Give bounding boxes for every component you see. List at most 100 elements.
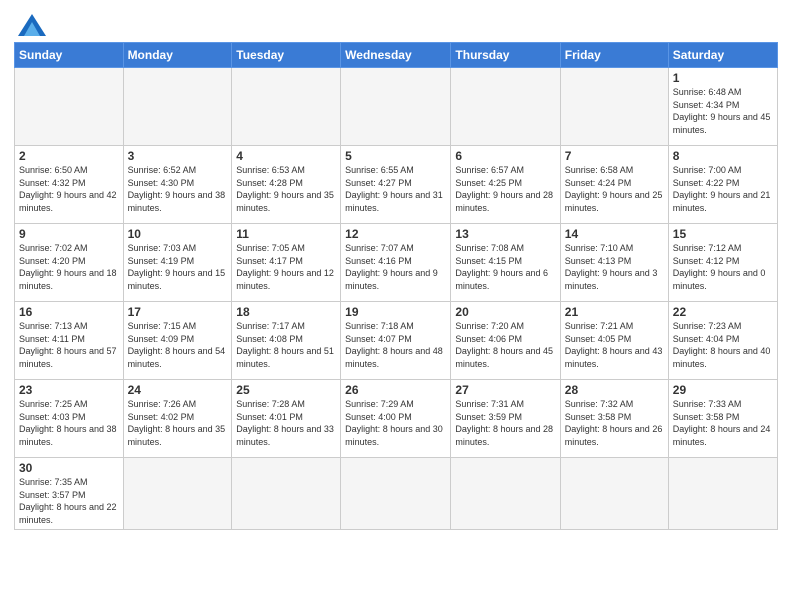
day-number: 14 [565, 227, 664, 241]
calendar-day-cell: 1Sunrise: 6:48 AM Sunset: 4:34 PM Daylig… [668, 68, 777, 146]
day-info: Sunrise: 7:05 AM Sunset: 4:17 PM Dayligh… [236, 242, 336, 292]
day-number: 30 [19, 461, 119, 475]
calendar-day-cell: 19Sunrise: 7:18 AM Sunset: 4:07 PM Dayli… [341, 302, 451, 380]
calendar-day-cell: 5Sunrise: 6:55 AM Sunset: 4:27 PM Daylig… [341, 146, 451, 224]
day-number: 13 [455, 227, 555, 241]
day-info: Sunrise: 7:18 AM Sunset: 4:07 PM Dayligh… [345, 320, 446, 370]
day-info: Sunrise: 7:12 AM Sunset: 4:12 PM Dayligh… [673, 242, 773, 292]
day-number: 10 [128, 227, 228, 241]
calendar-day-cell: 9Sunrise: 7:02 AM Sunset: 4:20 PM Daylig… [15, 224, 124, 302]
page-header [14, 10, 778, 36]
calendar-day-cell: 26Sunrise: 7:29 AM Sunset: 4:00 PM Dayli… [341, 380, 451, 458]
day-number: 12 [345, 227, 446, 241]
calendar-week-row: 16Sunrise: 7:13 AM Sunset: 4:11 PM Dayli… [15, 302, 778, 380]
day-info: Sunrise: 7:32 AM Sunset: 3:58 PM Dayligh… [565, 398, 664, 448]
day-number: 21 [565, 305, 664, 319]
day-info: Sunrise: 7:02 AM Sunset: 4:20 PM Dayligh… [19, 242, 119, 292]
day-number: 25 [236, 383, 336, 397]
day-info: Sunrise: 7:31 AM Sunset: 3:59 PM Dayligh… [455, 398, 555, 448]
calendar-day-cell: 20Sunrise: 7:20 AM Sunset: 4:06 PM Dayli… [451, 302, 560, 380]
day-info: Sunrise: 7:26 AM Sunset: 4:02 PM Dayligh… [128, 398, 228, 448]
calendar-day-cell: 28Sunrise: 7:32 AM Sunset: 3:58 PM Dayli… [560, 380, 668, 458]
day-info: Sunrise: 6:53 AM Sunset: 4:28 PM Dayligh… [236, 164, 336, 214]
calendar-day-cell [560, 458, 668, 530]
calendar-day-cell: 7Sunrise: 6:58 AM Sunset: 4:24 PM Daylig… [560, 146, 668, 224]
day-info: Sunrise: 7:35 AM Sunset: 3:57 PM Dayligh… [19, 476, 119, 526]
day-info: Sunrise: 7:10 AM Sunset: 4:13 PM Dayligh… [565, 242, 664, 292]
calendar-day-cell [232, 458, 341, 530]
calendar-day-cell: 22Sunrise: 7:23 AM Sunset: 4:04 PM Dayli… [668, 302, 777, 380]
day-info: Sunrise: 7:25 AM Sunset: 4:03 PM Dayligh… [19, 398, 119, 448]
calendar-day-cell [451, 458, 560, 530]
calendar-table: SundayMondayTuesdayWednesdayThursdayFrid… [14, 42, 778, 530]
calendar-day-cell: 4Sunrise: 6:53 AM Sunset: 4:28 PM Daylig… [232, 146, 341, 224]
day-info: Sunrise: 7:21 AM Sunset: 4:05 PM Dayligh… [565, 320, 664, 370]
calendar-day-cell: 29Sunrise: 7:33 AM Sunset: 3:58 PM Dayli… [668, 380, 777, 458]
calendar-day-cell: 23Sunrise: 7:25 AM Sunset: 4:03 PM Dayli… [15, 380, 124, 458]
weekday-header-thursday: Thursday [451, 43, 560, 68]
logo-area [14, 10, 46, 36]
calendar-day-cell [232, 68, 341, 146]
day-number: 22 [673, 305, 773, 319]
calendar-week-row: 30Sunrise: 7:35 AM Sunset: 3:57 PM Dayli… [15, 458, 778, 530]
day-number: 11 [236, 227, 336, 241]
day-info: Sunrise: 6:57 AM Sunset: 4:25 PM Dayligh… [455, 164, 555, 214]
day-number: 17 [128, 305, 228, 319]
day-info: Sunrise: 6:50 AM Sunset: 4:32 PM Dayligh… [19, 164, 119, 214]
day-number: 6 [455, 149, 555, 163]
calendar-day-cell [123, 68, 232, 146]
calendar-day-cell: 18Sunrise: 7:17 AM Sunset: 4:08 PM Dayli… [232, 302, 341, 380]
day-number: 5 [345, 149, 446, 163]
day-number: 23 [19, 383, 119, 397]
calendar-day-cell [451, 68, 560, 146]
day-number: 28 [565, 383, 664, 397]
calendar-day-cell: 16Sunrise: 7:13 AM Sunset: 4:11 PM Dayli… [15, 302, 124, 380]
day-number: 16 [19, 305, 119, 319]
day-number: 15 [673, 227, 773, 241]
day-info: Sunrise: 7:15 AM Sunset: 4:09 PM Dayligh… [128, 320, 228, 370]
calendar-week-row: 1Sunrise: 6:48 AM Sunset: 4:34 PM Daylig… [15, 68, 778, 146]
calendar-day-cell: 25Sunrise: 7:28 AM Sunset: 4:01 PM Dayli… [232, 380, 341, 458]
day-info: Sunrise: 6:55 AM Sunset: 4:27 PM Dayligh… [345, 164, 446, 214]
day-info: Sunrise: 7:23 AM Sunset: 4:04 PM Dayligh… [673, 320, 773, 370]
calendar-day-cell [560, 68, 668, 146]
day-number: 7 [565, 149, 664, 163]
day-number: 20 [455, 305, 555, 319]
day-info: Sunrise: 7:33 AM Sunset: 3:58 PM Dayligh… [673, 398, 773, 448]
weekday-header-friday: Friday [560, 43, 668, 68]
day-info: Sunrise: 7:08 AM Sunset: 4:15 PM Dayligh… [455, 242, 555, 292]
calendar-day-cell [123, 458, 232, 530]
calendar-day-cell: 10Sunrise: 7:03 AM Sunset: 4:19 PM Dayli… [123, 224, 232, 302]
calendar-day-cell: 27Sunrise: 7:31 AM Sunset: 3:59 PM Dayli… [451, 380, 560, 458]
day-number: 26 [345, 383, 446, 397]
calendar-day-cell [341, 68, 451, 146]
weekday-header-wednesday: Wednesday [341, 43, 451, 68]
calendar-day-cell: 21Sunrise: 7:21 AM Sunset: 4:05 PM Dayli… [560, 302, 668, 380]
calendar-week-row: 2Sunrise: 6:50 AM Sunset: 4:32 PM Daylig… [15, 146, 778, 224]
weekday-header-row: SundayMondayTuesdayWednesdayThursdayFrid… [15, 43, 778, 68]
day-number: 1 [673, 71, 773, 85]
day-number: 4 [236, 149, 336, 163]
calendar-day-cell: 6Sunrise: 6:57 AM Sunset: 4:25 PM Daylig… [451, 146, 560, 224]
calendar-day-cell: 14Sunrise: 7:10 AM Sunset: 4:13 PM Dayli… [560, 224, 668, 302]
day-number: 18 [236, 305, 336, 319]
day-info: Sunrise: 6:52 AM Sunset: 4:30 PM Dayligh… [128, 164, 228, 214]
day-info: Sunrise: 7:07 AM Sunset: 4:16 PM Dayligh… [345, 242, 446, 292]
day-info: Sunrise: 6:48 AM Sunset: 4:34 PM Dayligh… [673, 86, 773, 136]
day-info: Sunrise: 7:17 AM Sunset: 4:08 PM Dayligh… [236, 320, 336, 370]
calendar-day-cell: 3Sunrise: 6:52 AM Sunset: 4:30 PM Daylig… [123, 146, 232, 224]
day-number: 19 [345, 305, 446, 319]
day-info: Sunrise: 7:03 AM Sunset: 4:19 PM Dayligh… [128, 242, 228, 292]
calendar-day-cell: 13Sunrise: 7:08 AM Sunset: 4:15 PM Dayli… [451, 224, 560, 302]
day-info: Sunrise: 7:20 AM Sunset: 4:06 PM Dayligh… [455, 320, 555, 370]
calendar-day-cell: 24Sunrise: 7:26 AM Sunset: 4:02 PM Dayli… [123, 380, 232, 458]
day-number: 27 [455, 383, 555, 397]
calendar-day-cell: 11Sunrise: 7:05 AM Sunset: 4:17 PM Dayli… [232, 224, 341, 302]
calendar-day-cell: 12Sunrise: 7:07 AM Sunset: 4:16 PM Dayli… [341, 224, 451, 302]
weekday-header-sunday: Sunday [15, 43, 124, 68]
day-number: 9 [19, 227, 119, 241]
day-number: 29 [673, 383, 773, 397]
calendar-week-row: 23Sunrise: 7:25 AM Sunset: 4:03 PM Dayli… [15, 380, 778, 458]
logo [14, 14, 46, 36]
calendar-week-row: 9Sunrise: 7:02 AM Sunset: 4:20 PM Daylig… [15, 224, 778, 302]
